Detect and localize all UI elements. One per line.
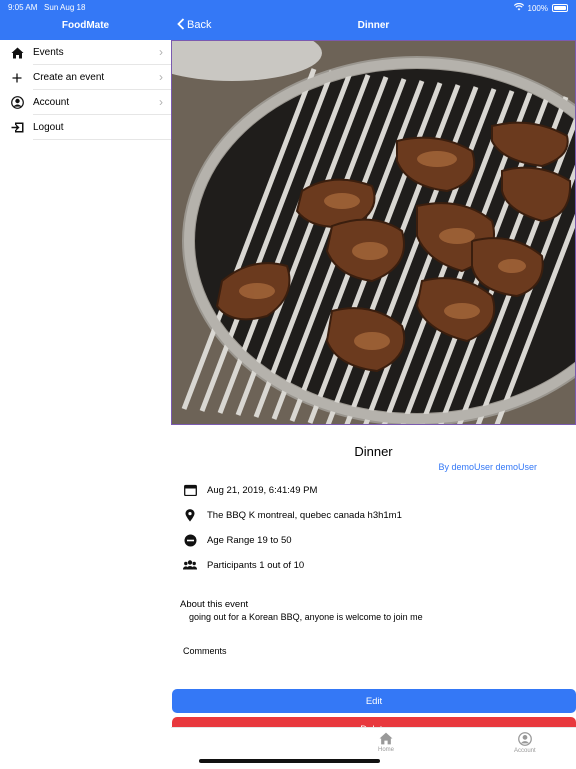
sidebar-item-logout[interactable]: Logout bbox=[0, 115, 171, 140]
chevron-right-icon: › bbox=[159, 70, 163, 84]
sidebar-item-create-event[interactable]: Create an event › bbox=[0, 65, 171, 90]
event-location: The BBQ K montreal, quebec canada h3h1m1 bbox=[207, 509, 402, 521]
tab-account[interactable]: Account bbox=[514, 732, 536, 754]
event-age-range-row: Age Range 19 to 50 bbox=[183, 533, 292, 547]
battery-percent: 100% bbox=[527, 3, 548, 13]
about-label: About this event bbox=[180, 599, 249, 610]
tab-home[interactable]: Home bbox=[378, 732, 394, 753]
account-icon bbox=[9, 95, 25, 111]
comments-label: Comments bbox=[183, 646, 227, 656]
event-participants: Participants 1 out of 10 bbox=[207, 559, 305, 571]
status-time: 9:05 AM bbox=[8, 3, 38, 12]
status-bar-time: 9:05 AM Sun Aug 18 bbox=[8, 3, 85, 12]
battery-icon bbox=[552, 4, 568, 12]
event-title: Dinner bbox=[354, 444, 393, 459]
sidebar-item-label: Events bbox=[33, 47, 64, 58]
calendar-icon bbox=[183, 483, 197, 497]
sidebar-item-account[interactable]: Account › bbox=[0, 90, 171, 115]
event-date: Aug 21, 2019, 6:41:49 PM bbox=[207, 484, 318, 496]
home-icon bbox=[9, 45, 25, 61]
group-icon bbox=[183, 558, 197, 572]
status-bar-right: 100% bbox=[513, 2, 568, 13]
status-date: Sun Aug 18 bbox=[44, 3, 86, 12]
event-detail: Dinner By demoUser demoUser Aug 21, 2019… bbox=[171, 40, 576, 769]
account-icon bbox=[517, 732, 532, 748]
tab-home-label: Home bbox=[378, 747, 395, 753]
nav-title: Dinner bbox=[357, 20, 390, 31]
sidebar-title: FoodMate bbox=[61, 20, 110, 31]
top-bar: 9:05 AM Sun Aug 18 100% FoodMate Back Di… bbox=[0, 0, 576, 40]
event-location-row: The BBQ K montreal, quebec canada h3h1m1 bbox=[183, 508, 402, 522]
sidebar-item-label: Logout bbox=[33, 122, 64, 133]
event-date-row: Aug 21, 2019, 6:41:49 PM bbox=[183, 483, 317, 497]
tab-account-label: Account bbox=[514, 748, 536, 754]
chevron-right-icon: › bbox=[159, 95, 163, 109]
logout-icon bbox=[9, 120, 25, 136]
home-indicator[interactable] bbox=[199, 759, 380, 763]
location-pin-icon bbox=[183, 508, 197, 522]
plus-icon bbox=[9, 70, 25, 86]
event-author-link[interactable]: By demoUser demoUser bbox=[438, 462, 537, 472]
event-photo bbox=[171, 40, 576, 425]
about-text: going out for a Korean BBQ, anyone is we… bbox=[189, 612, 423, 622]
event-participants-row: Participants 1 out of 10 bbox=[183, 558, 304, 572]
minus-circle-icon bbox=[183, 533, 197, 547]
home-icon bbox=[379, 732, 393, 747]
wifi-icon bbox=[513, 2, 524, 13]
sidebar: Events › Create an event › Account › Log… bbox=[0, 40, 172, 768]
chevron-right-icon: › bbox=[159, 45, 163, 59]
sidebar-item-events[interactable]: Events › bbox=[0, 40, 171, 65]
edit-button[interactable]: Edit bbox=[172, 689, 576, 713]
sidebar-item-label: Account bbox=[33, 97, 70, 108]
sidebar-item-label: Create an event bbox=[33, 72, 105, 83]
event-age-range: Age Range 19 to 50 bbox=[207, 534, 292, 546]
